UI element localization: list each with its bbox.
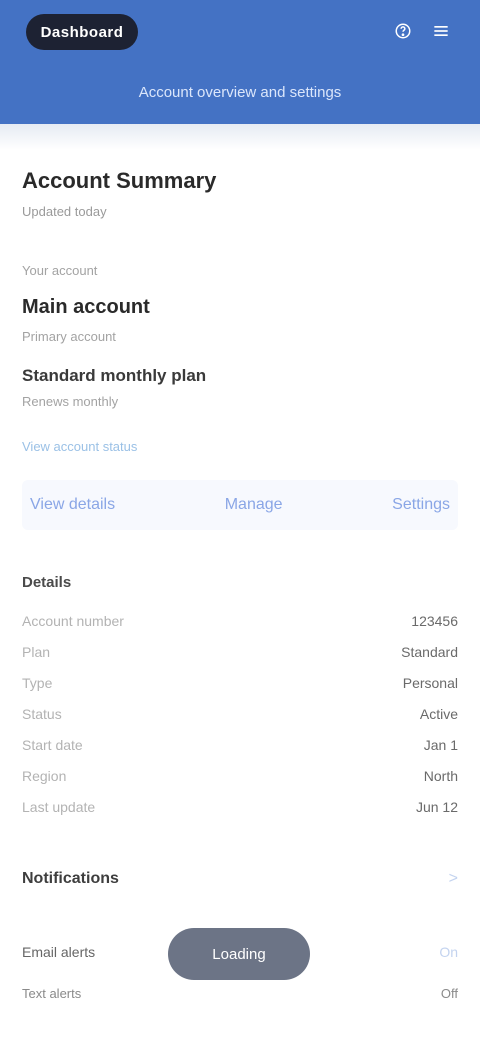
notification-label: Email alerts: [22, 944, 96, 960]
view-details-link[interactable]: View details: [30, 496, 115, 514]
settings-link[interactable]: Settings: [392, 496, 450, 514]
menu-icon[interactable]: [430, 20, 452, 42]
details-table: Account number 123456 Plan Standard Type…: [22, 605, 458, 822]
detail-value: Jan 1: [423, 736, 458, 753]
detail-row: Start date Jan 1: [22, 729, 458, 760]
detail-value: Personal: [402, 674, 458, 691]
notification-label: Text alerts: [22, 986, 82, 1001]
detail-row: Status Active: [22, 698, 458, 729]
detail-label: Region: [22, 767, 67, 784]
account-plan-subtitle: Renews monthly: [22, 394, 119, 409]
detail-label: Status: [22, 705, 62, 722]
page-title: Account Summary: [22, 168, 217, 193]
app-logo[interactable]: Dashboard: [26, 14, 138, 50]
details-heading-label: Details: [22, 574, 72, 591]
account-name: Main account: [22, 296, 150, 318]
detail-value: Active: [419, 705, 458, 722]
header-actions: [392, 20, 452, 42]
detail-value: Jun 12: [415, 798, 458, 815]
detail-label: Start date: [22, 736, 83, 753]
notification-value: Off: [440, 986, 458, 1001]
notifications-heading: Notifications >: [22, 870, 458, 888]
notifications-heading-label: Notifications: [22, 870, 119, 887]
help-icon[interactable]: [392, 20, 414, 42]
detail-label: Type: [22, 674, 53, 691]
detail-label: Plan: [22, 643, 51, 660]
detail-label: Last update: [22, 798, 96, 815]
quick-links: View details Manage Settings: [22, 480, 458, 530]
header-subtitle: Account overview and settings: [138, 84, 342, 101]
account-status-link[interactable]: View account status: [22, 439, 458, 454]
notification-value: On: [439, 944, 458, 960]
detail-value: 123456: [411, 612, 458, 629]
account-description: Primary account: [22, 329, 116, 344]
main-content: Account Summary Updated today Your accou…: [22, 160, 458, 1001]
chevron-right-icon[interactable]: >: [449, 870, 458, 888]
header-shadow: [0, 124, 480, 150]
detail-row: Last update Jun 12: [22, 791, 458, 822]
notification-row[interactable]: Text alerts Off: [22, 986, 458, 1001]
detail-row: Region North: [22, 760, 458, 791]
detail-value: Standard: [401, 643, 458, 660]
detail-value: North: [423, 767, 458, 784]
app-header: Dashboard Account overview and settings: [0, 0, 480, 124]
detail-row: Type Personal: [22, 667, 458, 698]
detail-row: Account number 123456: [22, 605, 458, 636]
section-kicker: Your account: [22, 263, 98, 278]
account-plan: Standard monthly plan: [22, 366, 207, 385]
details-heading: Details: [22, 574, 458, 591]
page-meta: Updated today: [22, 204, 107, 219]
detail-row: Plan Standard: [22, 636, 458, 667]
loading-toast: Loading: [168, 928, 310, 980]
detail-label: Account number: [22, 612, 124, 629]
manage-link[interactable]: Manage: [225, 496, 283, 514]
